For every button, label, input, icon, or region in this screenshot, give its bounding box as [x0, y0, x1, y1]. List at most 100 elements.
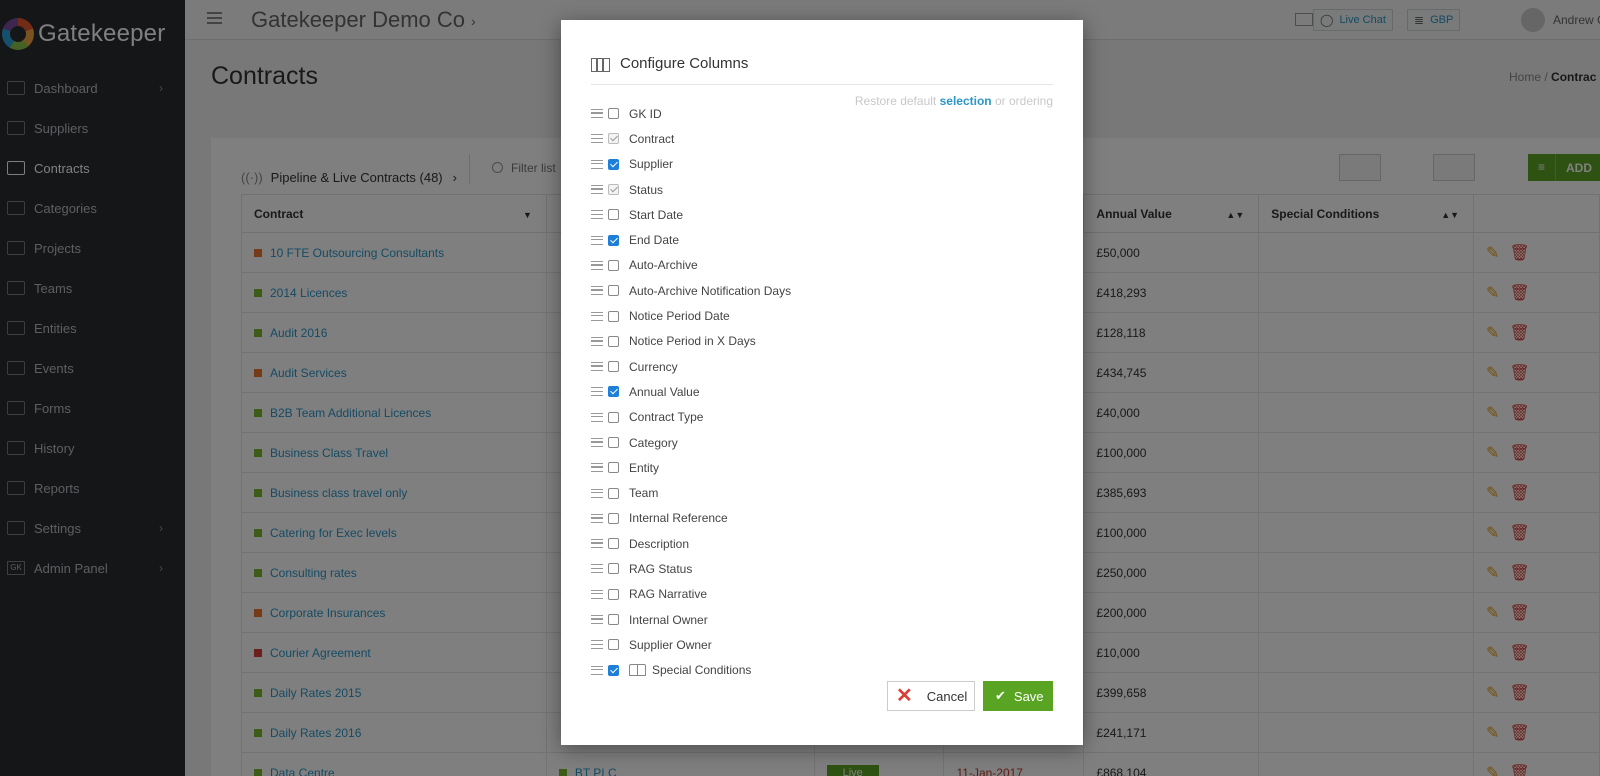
- column-label: GK ID: [629, 106, 662, 121]
- column-checkbox[interactable]: [608, 462, 619, 474]
- column-option-gk-id[interactable]: GK ID: [591, 101, 1011, 126]
- close-icon: ✕: [896, 685, 913, 707]
- column-checkbox[interactable]: [608, 108, 619, 120]
- column-checkbox[interactable]: [608, 310, 619, 322]
- drag-handle-icon[interactable]: [591, 463, 603, 473]
- column-checkbox[interactable]: [608, 664, 619, 676]
- drag-handle-icon[interactable]: [591, 438, 603, 447]
- column-label: Status: [629, 182, 664, 197]
- column-option-auto-archive-notification-days[interactable]: Auto-Archive Notification Days: [591, 278, 1011, 303]
- column-label: Internal Reference: [629, 511, 728, 526]
- column-label: RAG Narrative: [629, 587, 708, 602]
- column-label: Description: [629, 536, 690, 551]
- column-checkbox[interactable]: [608, 386, 619, 398]
- column-checkbox[interactable]: [608, 437, 619, 448]
- drag-handle-icon[interactable]: [591, 362, 603, 372]
- drag-handle-icon[interactable]: [591, 336, 603, 346]
- drag-handle-icon[interactable]: [591, 109, 603, 119]
- column-checkbox[interactable]: [608, 209, 619, 221]
- check-icon: ✔: [995, 688, 1006, 703]
- drag-handle-icon[interactable]: [591, 665, 603, 675]
- column-option-end-date[interactable]: End Date: [591, 227, 1011, 252]
- column-option-description[interactable]: Description: [591, 531, 1011, 556]
- modal-header: Configure Columns: [591, 55, 1053, 85]
- save-label: Save: [1013, 688, 1044, 704]
- column-checkbox[interactable]: [608, 639, 619, 651]
- drag-handle-icon[interactable]: [591, 412, 603, 422]
- column-option-internal-reference[interactable]: Internal Reference: [591, 506, 1011, 531]
- cancel-label: Cancel: [926, 688, 968, 704]
- column-option-internal-owner[interactable]: Internal Owner: [591, 607, 1011, 632]
- cancel-button[interactable]: ✕ Cancel: [887, 681, 975, 711]
- column-option-contract[interactable]: Contract: [591, 126, 1011, 151]
- column-option-contract-type[interactable]: Contract Type: [591, 405, 1011, 430]
- column-checkbox[interactable]: [608, 487, 619, 499]
- save-button[interactable]: ✔ Save: [983, 681, 1053, 711]
- drag-handle-icon[interactable]: [591, 615, 603, 625]
- column-label: Auto-Archive Notification Days: [629, 283, 792, 298]
- drag-handle-icon[interactable]: [591, 539, 603, 549]
- column-label: Annual Value: [629, 384, 700, 399]
- column-label: Supplier Owner: [629, 637, 712, 652]
- column-checkbox[interactable]: [608, 158, 619, 170]
- column-label: Internal Owner: [629, 612, 708, 627]
- drag-handle-icon[interactable]: [591, 589, 603, 599]
- column-checkbox: [608, 184, 619, 196]
- column-option-supplier-owner[interactable]: Supplier Owner: [591, 632, 1011, 657]
- column-option-annual-value[interactable]: Annual Value: [591, 379, 1011, 404]
- drag-handle-icon[interactable]: [591, 513, 603, 523]
- column-label: Currency: [629, 359, 678, 374]
- column-label: RAG Status: [629, 561, 693, 576]
- column-label: Supplier: [629, 157, 674, 172]
- column-label: Notice Period in X Days: [629, 334, 756, 349]
- drag-handle-icon[interactable]: [591, 387, 603, 397]
- drag-handle-icon[interactable]: [591, 260, 603, 270]
- column-label: Special Conditions: [652, 663, 752, 678]
- drag-handle-icon[interactable]: [591, 210, 603, 220]
- column-option-auto-archive[interactable]: Auto-Archive: [591, 253, 1011, 278]
- column-checkbox[interactable]: [608, 259, 619, 271]
- column-label: Entity: [629, 460, 660, 475]
- modal-title: Configure Columns: [620, 55, 749, 72]
- column-checkbox[interactable]: [608, 614, 619, 626]
- column-label: End Date: [629, 233, 680, 248]
- column-option-rag-narrative[interactable]: RAG Narrative: [591, 582, 1011, 607]
- column-list: GK ID Contract Supplier Status Start Date End…: [591, 101, 1011, 683]
- column-option-supplier[interactable]: Supplier: [591, 152, 1011, 177]
- column-checkbox[interactable]: [608, 411, 619, 423]
- drag-handle-icon[interactable]: [591, 185, 603, 195]
- column-checkbox[interactable]: [608, 563, 619, 575]
- column-checkbox[interactable]: [608, 538, 619, 550]
- drag-handle-icon[interactable]: [591, 134, 603, 144]
- configure-columns-modal: Configure Columns Restore default select…: [561, 20, 1083, 745]
- column-checkbox[interactable]: [608, 234, 619, 246]
- book-icon: [629, 664, 646, 677]
- column-option-currency[interactable]: Currency: [591, 354, 1011, 379]
- column-checkbox[interactable]: [608, 512, 619, 524]
- drag-handle-icon[interactable]: [591, 488, 603, 498]
- drag-handle-icon[interactable]: [591, 564, 603, 574]
- column-option-status[interactable]: Status: [591, 177, 1011, 202]
- drag-handle-icon[interactable]: [591, 286, 603, 296]
- drag-handle-icon[interactable]: [591, 311, 603, 321]
- column-option-rag-status[interactable]: RAG Status: [591, 556, 1011, 581]
- column-option-notice-period-in-x-days[interactable]: Notice Period in X Days: [591, 329, 1011, 354]
- column-option-entity[interactable]: Entity: [591, 455, 1011, 480]
- column-label: Category: [629, 435, 678, 450]
- drag-handle-icon[interactable]: [591, 159, 603, 169]
- column-checkbox[interactable]: [608, 588, 619, 600]
- column-option-team[interactable]: Team: [591, 480, 1011, 505]
- column-option-notice-period-date[interactable]: Notice Period Date: [591, 303, 1011, 328]
- column-option-category[interactable]: Category: [591, 430, 1011, 455]
- column-label: Contract: [629, 131, 675, 146]
- column-checkbox[interactable]: [608, 285, 619, 297]
- column-option-special-conditions[interactable]: Special Conditions: [591, 658, 1011, 683]
- column-option-start-date[interactable]: Start Date: [591, 202, 1011, 227]
- column-label: Team: [629, 486, 659, 501]
- column-label: Notice Period Date: [629, 309, 730, 324]
- column-checkbox[interactable]: [608, 361, 619, 373]
- drag-handle-icon[interactable]: [591, 235, 603, 245]
- drag-handle-icon[interactable]: [591, 640, 603, 650]
- column-checkbox: [608, 133, 619, 145]
- column-checkbox[interactable]: [608, 335, 619, 347]
